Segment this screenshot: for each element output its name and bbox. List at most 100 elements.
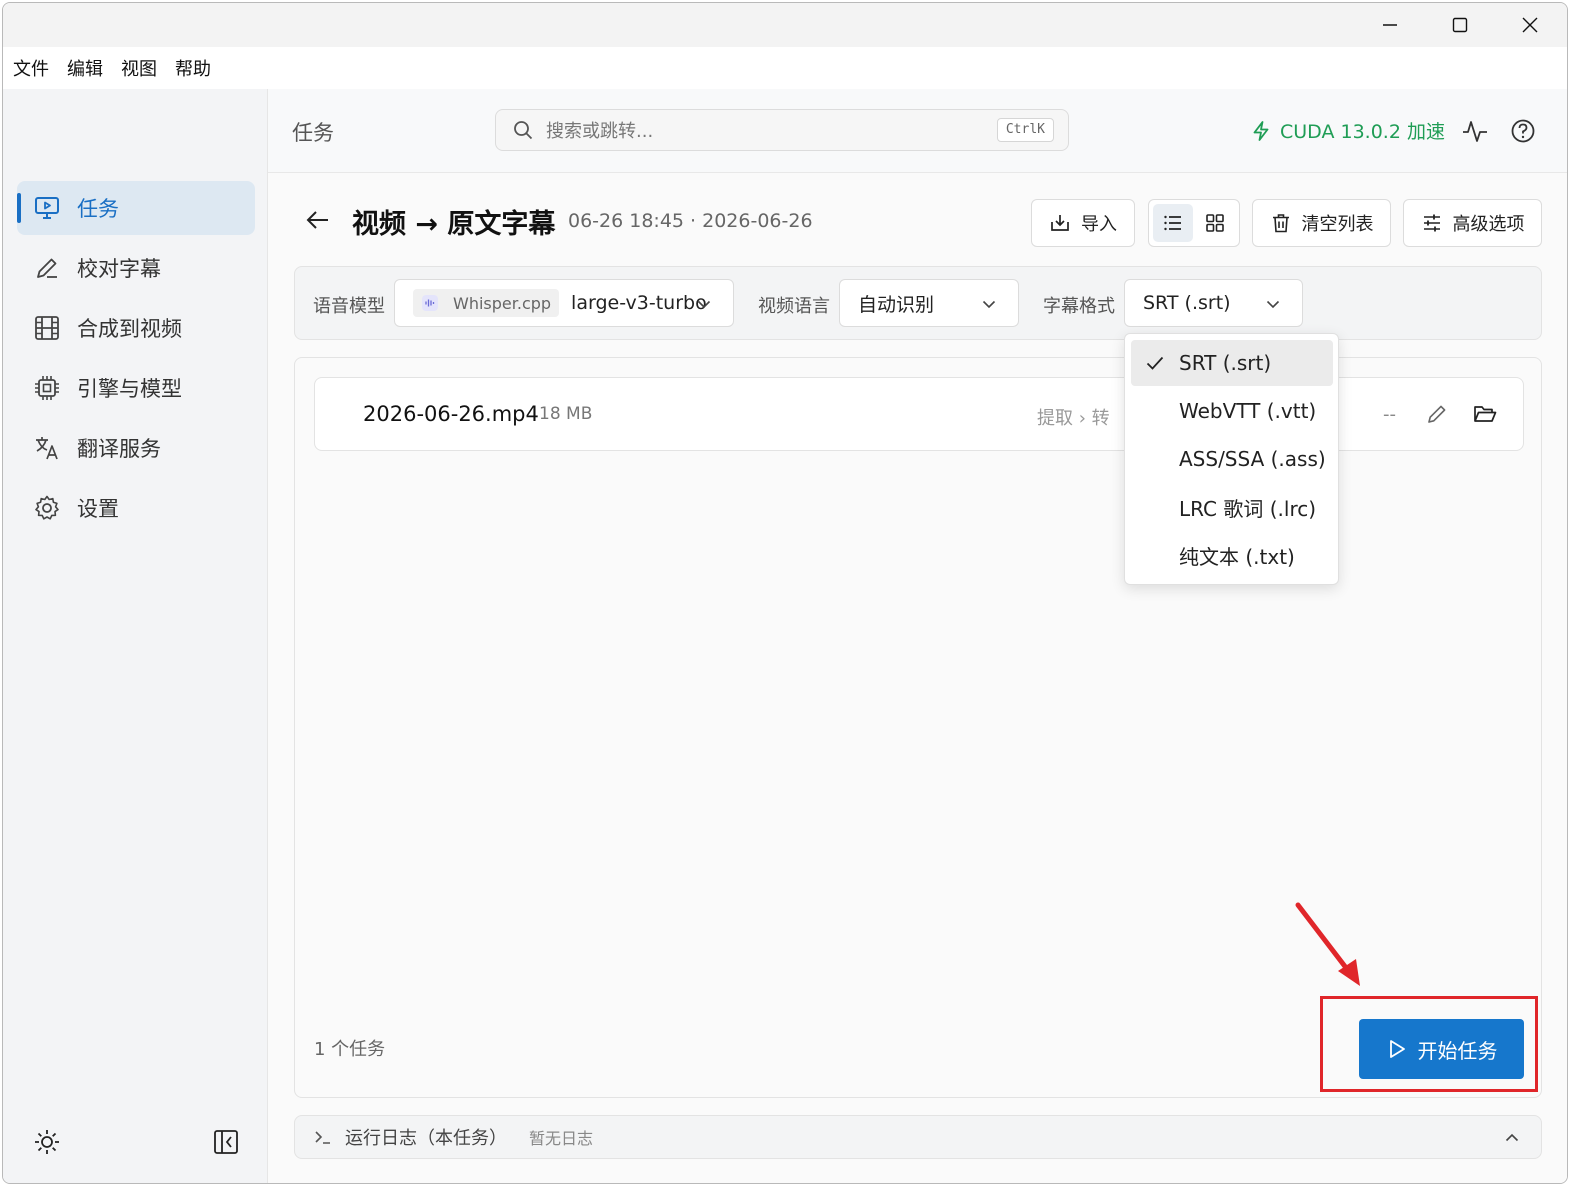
format-option-lrc[interactable]: LRC 歌词 (.lrc) (1131, 484, 1333, 530)
grid-icon (1206, 214, 1224, 232)
terminal-icon (315, 1131, 330, 1144)
task-steps: 提取 › 转 (1037, 408, 1110, 429)
page-title: 视频 → 原文字幕 (352, 209, 556, 240)
chevron-down-icon (697, 300, 711, 309)
sidebar-item-label: 校对字幕 (77, 257, 161, 281)
film-icon (35, 316, 59, 340)
annotation-arrow (1295, 902, 1360, 986)
help-button[interactable] (1507, 115, 1539, 147)
format-option-srt[interactable]: SRT (.srt) (1131, 340, 1333, 386)
title-bar (3, 3, 1567, 47)
sidebar-item-label: 合成到视频 (77, 317, 182, 341)
advanced-options-label: 高级选项 (1452, 214, 1525, 235)
language-label: 视频语言 (758, 296, 830, 317)
format-option-label: 纯文本 (.txt) (1179, 544, 1295, 569)
sidebar-item-tasks[interactable]: 任务 (17, 181, 255, 235)
folder-open-icon[interactable] (1471, 400, 1499, 428)
help-icon (1511, 119, 1535, 143)
model-value: large-v3-turbo (571, 292, 707, 314)
edit-icon[interactable] (1423, 400, 1451, 428)
menu-help[interactable]: 帮助 (175, 55, 211, 81)
format-option-label: SRT (.srt) (1179, 351, 1272, 375)
view-toggle (1148, 199, 1240, 247)
top-bar: 任务 搜索或跳转... CtrlK CUDA 13.0.2 加速 (268, 89, 1567, 173)
menu-file[interactable]: 文件 (13, 55, 49, 81)
log-panel-bar[interactable]: 运行日志（本任务） 暂无日志 (294, 1115, 1542, 1159)
cuda-status[interactable]: CUDA 13.0.2 加速 (1250, 117, 1445, 144)
sidebar-item-label: 引擎与模型 (77, 377, 182, 401)
lightning-icon (1253, 120, 1269, 141)
sidebar-item-label: 设置 (77, 497, 119, 521)
trash-icon (1272, 214, 1289, 233)
shortcut-badge: CtrlK (996, 118, 1054, 142)
chevron-down-icon (982, 300, 996, 309)
task-file-name: 2026-06-26.mp4 (363, 402, 539, 426)
maximize-button[interactable] (1425, 3, 1495, 47)
search-placeholder: 搜索或跳转... (546, 121, 654, 142)
menu-view[interactable]: 视图 (121, 55, 157, 81)
options-bar: 语音模型 Whisper.cpp large-v3-turbo 视频语言 自动识… (294, 266, 1542, 340)
format-option-vtt[interactable]: WebVTT (.vtt) (1131, 388, 1333, 434)
theme-toggle-button[interactable] (32, 1127, 62, 1157)
import-button[interactable]: 导入 (1031, 199, 1135, 247)
model-select[interactable]: Whisper.cpp large-v3-turbo (394, 279, 734, 327)
grid-view-button[interactable] (1195, 204, 1235, 242)
format-option-ass[interactable]: ASS/SSA (.ass) (1131, 436, 1333, 482)
list-icon (1164, 215, 1181, 231)
page-subtitle: 06-26 18:45 · 2026-06-26 (568, 210, 813, 232)
format-select[interactable]: SRT (.srt) (1124, 279, 1303, 327)
collapse-sidebar-icon (214, 1130, 238, 1154)
log-empty-text: 暂无日志 (529, 1129, 594, 1148)
engine-tag: Whisper.cpp (413, 289, 560, 317)
log-title: 运行日志（本任务） (345, 1128, 507, 1149)
monitor-play-icon (35, 197, 59, 219)
sidebar-item-label: 翻译服务 (77, 437, 161, 461)
minimize-button[interactable] (1355, 3, 1425, 47)
waveform-icon (422, 295, 438, 311)
engine-name: Whisper.cpp (453, 293, 552, 313)
pen-icon (37, 258, 57, 278)
chevron-up-icon[interactable] (1503, 1129, 1521, 1147)
activity-button[interactable] (1459, 115, 1491, 147)
import-label: 导入 (1081, 214, 1117, 235)
language-value: 自动识别 (858, 293, 935, 316)
format-dropdown-menu: SRT (.srt) WebVTT (.vtt) ASS/SSA (.ass) … (1124, 333, 1339, 585)
format-value: SRT (.srt) (1143, 292, 1231, 314)
collapse-sidebar-button[interactable] (211, 1127, 241, 1157)
breadcrumb: 任务 (292, 121, 334, 145)
advanced-options-button[interactable]: 高级选项 (1403, 199, 1542, 247)
sidebar-item-engines[interactable]: 引擎与模型 (17, 361, 255, 415)
check-icon (1146, 356, 1164, 370)
task-count: 1 个任务 (314, 1039, 386, 1060)
activity-icon (1463, 121, 1487, 142)
list-view-button[interactable] (1153, 204, 1193, 242)
model-label: 语音模型 (313, 296, 385, 317)
task-row[interactable]: 2026-06-26.mp4 18 MB 提取 › 转 -- (314, 377, 1524, 451)
menu-bar: 文件 编辑 视图 帮助 (3, 47, 1567, 89)
close-button[interactable] (1495, 3, 1565, 47)
task-status: -- (1383, 404, 1396, 425)
clear-list-button[interactable]: 清空列表 (1252, 199, 1391, 247)
back-arrow-icon[interactable] (304, 206, 332, 234)
clear-list-label: 清空列表 (1301, 214, 1374, 235)
search-input[interactable]: 搜索或跳转... CtrlK (495, 109, 1069, 151)
sidebar-item-translation[interactable]: 翻译服务 (17, 421, 255, 475)
annotation-highlight-box (1320, 996, 1538, 1092)
menu-edit[interactable]: 编辑 (67, 55, 103, 81)
sidebar-item-compose[interactable]: 合成到视频 (17, 301, 255, 355)
maximize-icon (1452, 17, 1468, 33)
format-option-label: LRC 歌词 (.lrc) (1179, 496, 1317, 521)
cuda-label: CUDA 13.0.2 加速 (1280, 121, 1445, 143)
format-option-txt[interactable]: 纯文本 (.txt) (1131, 532, 1333, 578)
sidebar-item-settings[interactable]: 设置 (17, 481, 255, 535)
minimize-icon (1383, 24, 1397, 26)
close-icon (1522, 17, 1538, 33)
sidebar: 任务 校对字幕 合成到视频 引擎与模型 翻译服务 设置 (3, 89, 268, 1183)
gear-icon (35, 495, 59, 520)
format-option-label: ASS/SSA (.ass) (1179, 447, 1326, 471)
sidebar-item-label: 任务 (77, 197, 119, 221)
sliders-icon (1423, 214, 1440, 232)
sidebar-item-proofread[interactable]: 校对字幕 (17, 241, 255, 295)
search-icon (514, 121, 533, 140)
language-select[interactable]: 自动识别 (839, 279, 1019, 327)
